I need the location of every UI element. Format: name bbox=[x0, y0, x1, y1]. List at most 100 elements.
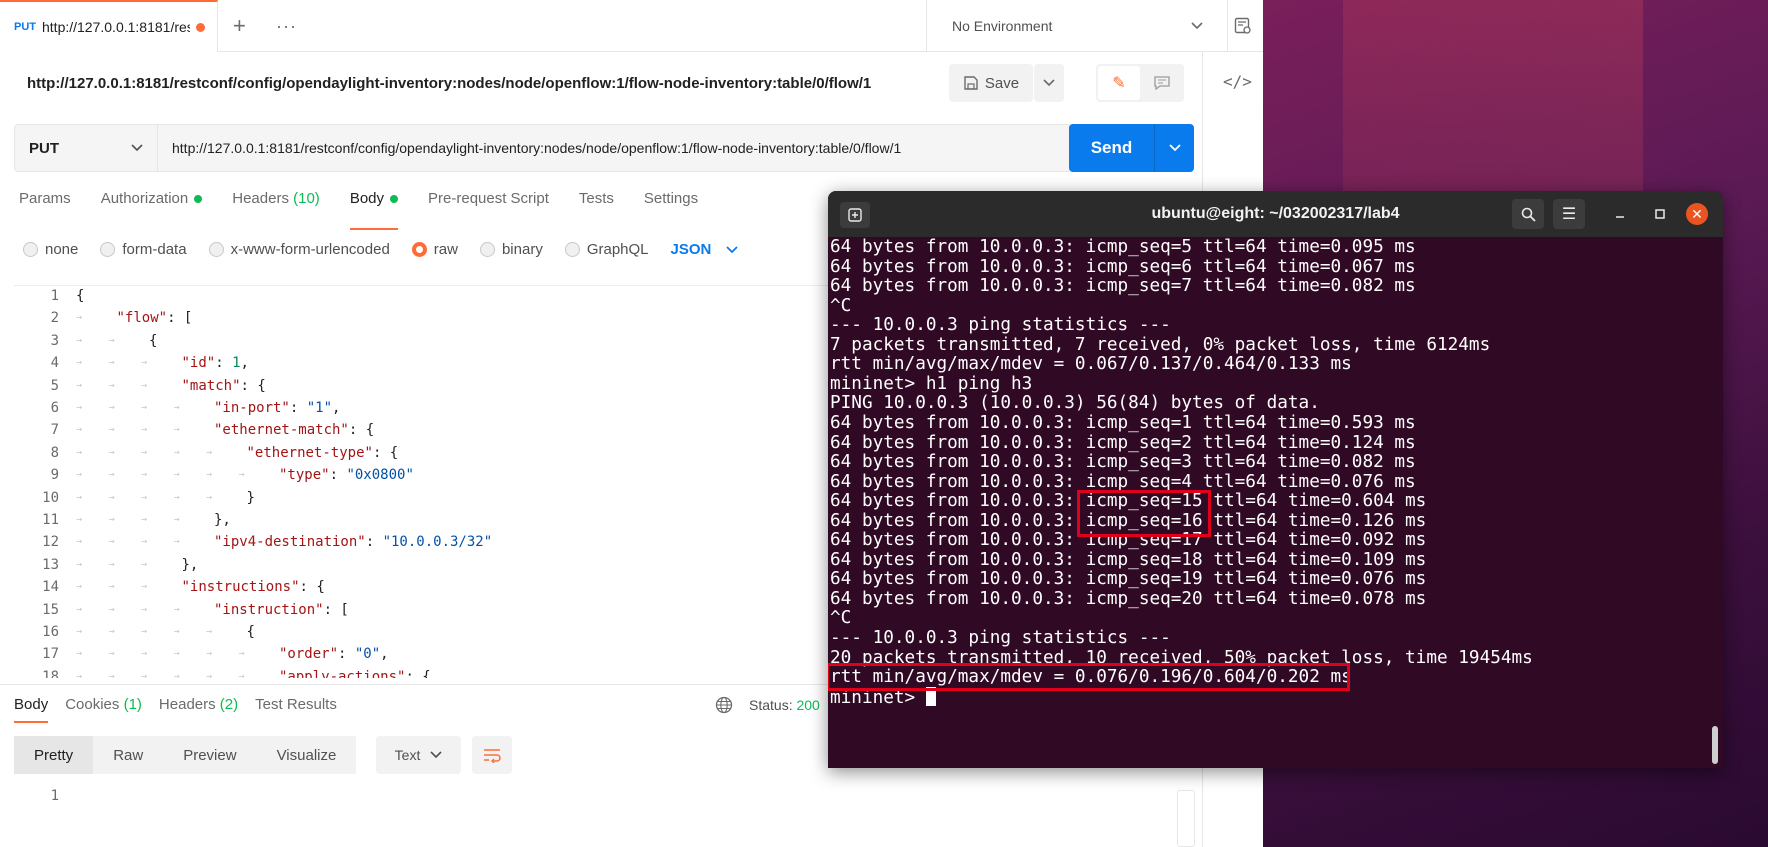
response-tab-test-results[interactable]: Test Results bbox=[255, 696, 337, 713]
view-pretty[interactable]: Pretty bbox=[14, 736, 94, 774]
tab-settings[interactable]: Settings bbox=[644, 190, 698, 220]
indent-guide: → bbox=[173, 514, 180, 525]
method-select[interactable]: PUT bbox=[14, 124, 158, 172]
tab-body[interactable]: Body bbox=[349, 190, 399, 230]
indent-guide: → bbox=[141, 648, 148, 660]
edit-icon[interactable]: ✎ bbox=[1098, 66, 1140, 100]
maximize-icon[interactable] bbox=[1646, 199, 1674, 229]
comment-icon[interactable] bbox=[1142, 66, 1182, 100]
response-tab-cookies-count: (1) bbox=[123, 696, 142, 713]
code-line: 8 → → → → → "ethernet-type": { bbox=[14, 442, 844, 464]
chevron-down-icon bbox=[430, 751, 442, 759]
send-options-button[interactable] bbox=[1154, 124, 1194, 172]
radio-selected[interactable] bbox=[411, 241, 427, 257]
body-type-binary[interactable]: binary bbox=[479, 241, 543, 258]
line-number: 17 bbox=[42, 646, 59, 663]
tab-method: PUT bbox=[14, 21, 36, 33]
request-tab[interactable]: PUT http://127.0.0.1:8181/res bbox=[0, 0, 218, 52]
response-tab-headers-count: (2) bbox=[219, 696, 239, 713]
indent-guide: → bbox=[206, 446, 213, 458]
response-tab-headers[interactable]: Headers (2) bbox=[159, 696, 238, 713]
indent-guide: → bbox=[173, 603, 180, 615]
indent-guide: → bbox=[108, 603, 115, 615]
close-icon[interactable]: ✕ bbox=[1686, 203, 1708, 225]
radio[interactable] bbox=[100, 241, 116, 257]
radio[interactable] bbox=[564, 241, 580, 257]
minimize-icon[interactable] bbox=[1606, 199, 1634, 229]
indent-guide: → bbox=[141, 402, 148, 413]
indent-guide: → bbox=[108, 514, 115, 525]
code-line: 6 → → → → "in-port": "1", bbox=[14, 397, 844, 419]
response-format-select[interactable]: Text bbox=[376, 736, 461, 774]
response-tab-body[interactable]: Body bbox=[14, 696, 49, 723]
code-line: 1{ bbox=[14, 286, 844, 307]
tab-headers[interactable]: Headers (10) bbox=[232, 190, 320, 220]
response-tab-cookies[interactable]: Cookies (1) bbox=[65, 696, 142, 713]
indent-guide: → bbox=[108, 334, 115, 346]
mode-toggle: ✎ bbox=[1096, 64, 1184, 102]
environment-select[interactable]: No Environment bbox=[926, 0, 1228, 52]
terminal-titlebar[interactable]: ubuntu@eight: ~/032002317/lab4 ☰ ✕ bbox=[828, 191, 1723, 237]
indent-guide: → bbox=[141, 626, 148, 637]
terminal-scrollbar[interactable] bbox=[1712, 726, 1718, 764]
body-type-urlencoded[interactable]: x-www-form-urlencoded bbox=[208, 240, 390, 258]
terminal-line: rtt min/avg/max/mdev = 0.067/0.137/0.464… bbox=[830, 354, 1352, 375]
url-input[interactable]: http://127.0.0.1:8181/restconf/config/op… bbox=[158, 124, 1072, 172]
globe-icon[interactable] bbox=[715, 696, 733, 719]
chevron-down-icon bbox=[1168, 144, 1181, 152]
save-button[interactable]: Save bbox=[949, 64, 1033, 102]
environment-quick-look-icon[interactable] bbox=[1222, 0, 1263, 52]
plus-icon[interactable]: + bbox=[233, 0, 246, 52]
body-type-none[interactable]: none bbox=[23, 241, 78, 258]
wrap-lines-icon[interactable] bbox=[472, 736, 512, 774]
indent-guide: → bbox=[108, 626, 115, 637]
radio[interactable] bbox=[208, 241, 224, 257]
body-code-editor[interactable]: 1{2 → "flow": [3 → →{4 → → → "id": 1, 5 → → → "match"… bbox=[14, 285, 844, 678]
tab-authorization[interactable]: Authorization bbox=[101, 190, 203, 220]
tab-params[interactable]: Params bbox=[19, 190, 71, 220]
indent-guide: → bbox=[206, 626, 213, 637]
radio[interactable] bbox=[479, 241, 495, 257]
code-line: 15 → → → → "instruction": [ bbox=[14, 599, 844, 621]
terminal-output[interactable]: mininet> rtt min/avg/max/mdev = 0.076/0.… bbox=[828, 237, 1708, 768]
code-line: 12 → → → → "ipv4-destination": "10.0.0.3/32" bbox=[14, 531, 844, 553]
terminal-line: 64 bytes from 10.0.0.3: icmp_seq=18 ttl=… bbox=[830, 549, 1427, 570]
response-scrollbar[interactable] bbox=[1177, 790, 1195, 847]
code-text: "order": "0", bbox=[279, 646, 389, 663]
indent-guide: → bbox=[76, 469, 83, 481]
request-title[interactable]: http://127.0.0.1:8181/restconf/config/op… bbox=[27, 75, 871, 92]
search-icon[interactable] bbox=[1512, 199, 1544, 229]
view-visualize[interactable]: Visualize bbox=[256, 736, 357, 774]
environment-label: No Environment bbox=[952, 18, 1053, 34]
body-format-select[interactable]: JSON bbox=[671, 241, 738, 258]
body-type-raw[interactable]: raw bbox=[411, 241, 458, 258]
code-snippet-icon[interactable]: </> bbox=[1223, 72, 1252, 91]
indent-guide: → bbox=[206, 648, 213, 660]
tab-pre-request-script[interactable]: Pre-request Script bbox=[428, 190, 549, 220]
tab-tests[interactable]: Tests bbox=[579, 190, 614, 220]
save-options-button[interactable] bbox=[1034, 64, 1064, 102]
code-line: 17 → → → → → → "order": "0", bbox=[14, 643, 844, 665]
indent-guide: → bbox=[141, 670, 148, 678]
terminal-line: 64 bytes from 10.0.0.3: icmp_seq=19 ttl=… bbox=[830, 569, 1427, 590]
radio[interactable] bbox=[23, 241, 38, 257]
indent-guide: → bbox=[173, 491, 180, 503]
request-tabs: Params Authorization Headers (10) Body P… bbox=[19, 190, 728, 230]
hamburger-menu-icon[interactable]: ☰ bbox=[1553, 199, 1585, 229]
indent-guide: → bbox=[108, 536, 115, 548]
code-line: 3 → → { bbox=[14, 330, 844, 352]
body-type-graphql[interactable]: GraphQL bbox=[564, 241, 649, 258]
indent-guide: → bbox=[173, 648, 180, 660]
code-text: { bbox=[246, 624, 255, 640]
view-raw[interactable]: Raw bbox=[93, 736, 164, 774]
terminal-line: mininet> h1 ping h3 bbox=[830, 373, 1033, 394]
body-type-form-data[interactable]: form-data bbox=[100, 241, 187, 258]
more-icon[interactable]: ··· bbox=[276, 0, 297, 52]
chevron-down-icon bbox=[131, 144, 143, 152]
send-button[interactable]: Send bbox=[1069, 124, 1194, 172]
status-code[interactable]: 200 bbox=[796, 697, 819, 713]
terminal-line: 64 bytes from 10.0.0.3: icmp_seq=2 ttl=6… bbox=[830, 432, 1416, 453]
highlight-box-packet-loss bbox=[828, 663, 1350, 691]
body-type-label: x-www-form-urlencoded bbox=[230, 240, 390, 258]
view-preview[interactable]: Preview bbox=[163, 736, 257, 774]
